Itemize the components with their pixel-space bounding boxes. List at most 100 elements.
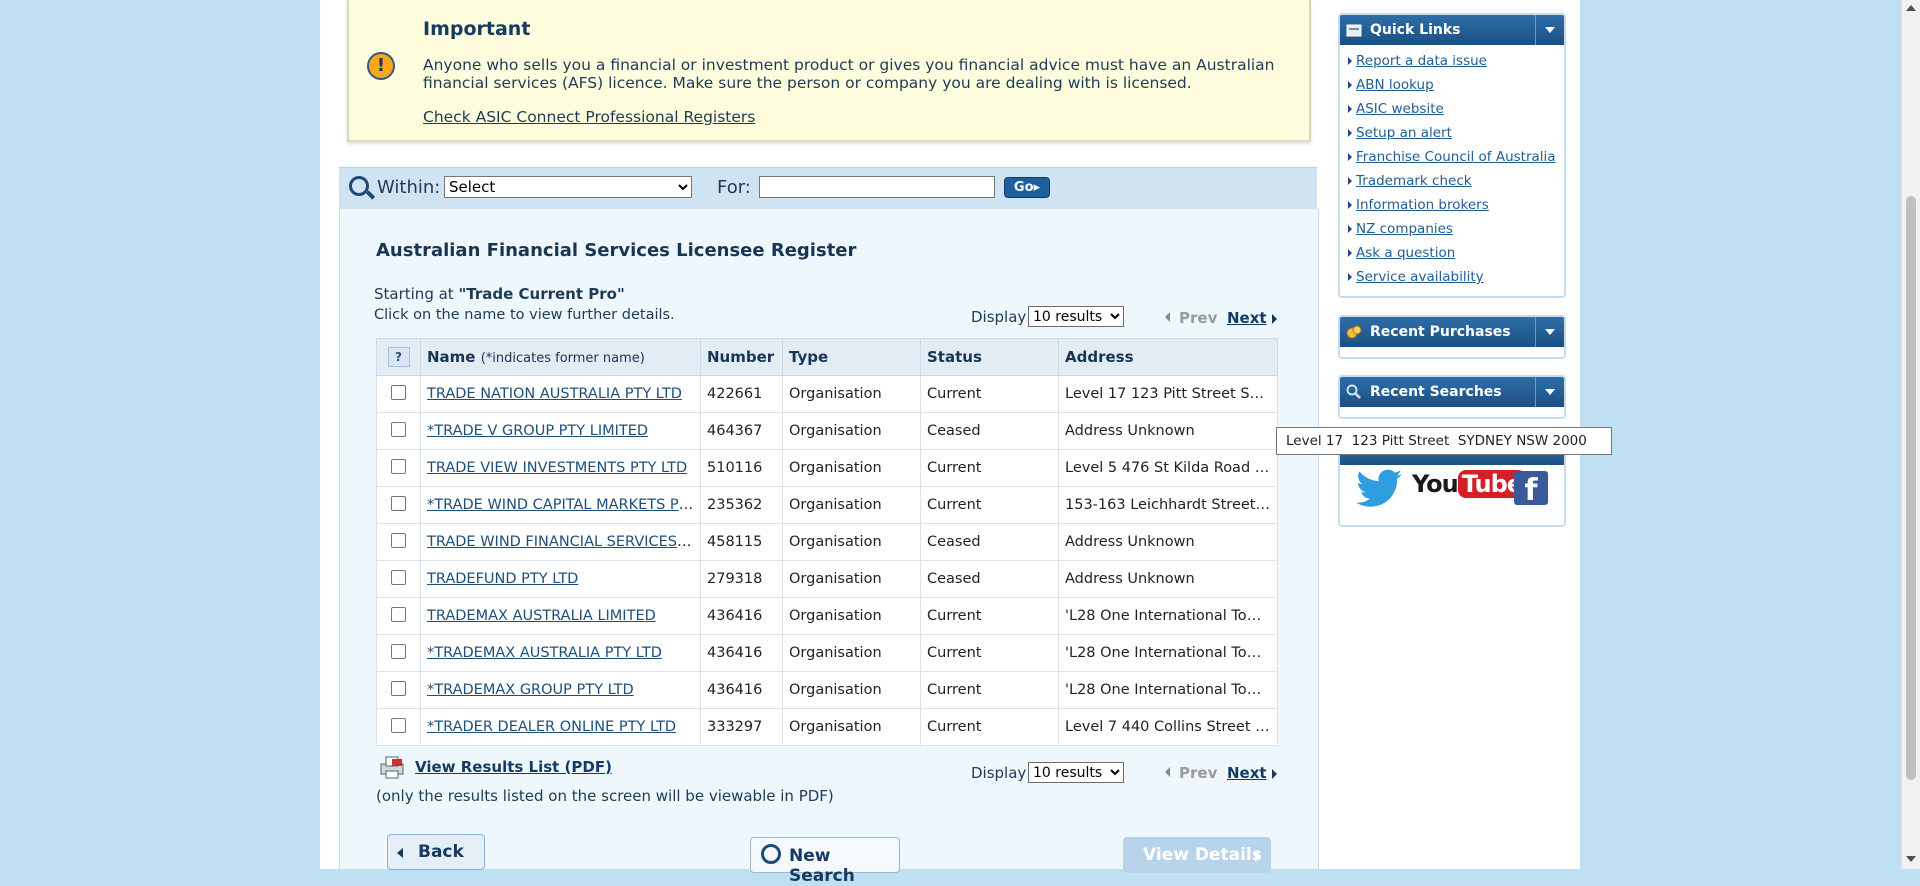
recent-searches-header[interactable]: Recent Searches: [1340, 377, 1564, 407]
quick-link-item: Trademark check: [1348, 171, 1564, 195]
quick-link[interactable]: Service availability: [1356, 269, 1484, 285]
number-cell: 510116: [700, 449, 783, 487]
quick-link-item: Service availability: [1348, 267, 1564, 291]
quick-link[interactable]: ASIC website: [1356, 101, 1444, 117]
row-select-cell: [376, 412, 421, 450]
quick-link[interactable]: Information brokers: [1356, 197, 1489, 213]
number-cell: 458115: [700, 523, 783, 561]
next-link[interactable]: Next: [1227, 309, 1267, 327]
address-header: Address: [1058, 338, 1278, 376]
quick-links-title: Quick Links: [1370, 22, 1461, 38]
status-cell: Ceased: [920, 523, 1059, 561]
recent-searches-widget: Recent Searches: [1338, 375, 1566, 419]
row-checkbox[interactable]: [391, 680, 406, 696]
number-cell: 436416: [700, 634, 783, 672]
table-row: TRADE NATION AUSTRALIA PTY LTD 422661 Orga…: [376, 375, 1278, 413]
within-label: Within:: [377, 177, 441, 198]
important-notice: ! Important Anyone who sells you a finan…: [347, 0, 1311, 142]
licensee-name-link[interactable]: *TRADEMAX AUSTRALIA PTY LTD: [427, 645, 662, 661]
page-scrollbar[interactable]: [1901, 0, 1920, 869]
prev-link: Prev: [1165, 309, 1217, 327]
type-cell: Organisation: [782, 412, 921, 450]
row-checkbox[interactable]: [391, 606, 406, 622]
social-widget: You Tube f: [1338, 445, 1566, 527]
coins-icon: [1346, 325, 1362, 339]
chevron-down-icon[interactable]: [1535, 15, 1564, 45]
quick-link[interactable]: Franchise Council of Australia: [1356, 149, 1556, 165]
status-cell: Ceased: [920, 560, 1059, 598]
next-link-bottom[interactable]: Next: [1227, 764, 1267, 782]
display-select-bottom[interactable]: 10 results: [1028, 762, 1124, 783]
table-row: TRADEMAX AUSTRALIA LIMITED 436416 Organisa…: [376, 597, 1278, 635]
quick-links-header[interactable]: Quick Links: [1340, 15, 1564, 45]
row-checkbox[interactable]: [391, 495, 406, 511]
recent-purchases-header[interactable]: Recent Purchases: [1340, 317, 1564, 347]
go-button[interactable]: Go▸: [1004, 177, 1050, 198]
display-label-bottom: Display: [971, 764, 1027, 782]
results-table: ? Name (*indicates former name) Number T…: [376, 338, 1278, 746]
number-cell: 436416: [700, 597, 783, 635]
quick-link[interactable]: Report a data issue: [1356, 53, 1487, 69]
licensee-name-link[interactable]: *TRADER DEALER ONLINE PTY LTD: [427, 719, 676, 735]
number-header: Number: [700, 338, 783, 376]
scroll-thumb[interactable]: [1906, 196, 1916, 780]
view-details-label: View Details: [1143, 845, 1262, 865]
quick-link[interactable]: Trademark check: [1356, 173, 1472, 189]
quick-link-item: Franchise Council of Australia: [1348, 147, 1564, 171]
licensee-name-link[interactable]: TRADEMAX AUSTRALIA LIMITED: [427, 608, 656, 624]
quick-links-list: Report a data issue ABN lookup ASIC webs…: [1340, 45, 1564, 293]
help-icon[interactable]: ?: [387, 347, 410, 367]
chevron-down-icon[interactable]: [1535, 377, 1564, 407]
licensee-name-link[interactable]: *TRADE V GROUP PTY LIMITED: [427, 423, 648, 439]
quick-link[interactable]: Setup an alert: [1356, 125, 1452, 141]
licensee-name-link[interactable]: TRADE NATION AUSTRALIA PTY LTD: [427, 386, 682, 402]
view-details-arrow-icon: [1255, 850, 1261, 862]
back-button[interactable]: Back: [387, 834, 485, 870]
row-checkbox[interactable]: [391, 384, 406, 400]
address-cell: Level 17 123 Pitt Street SYDNEY NSW 2000: [1058, 375, 1278, 413]
row-checkbox[interactable]: [391, 643, 406, 659]
scroll-down-icon[interactable]: [1906, 856, 1916, 862]
licensee-name-link[interactable]: *TRADE WIND CAPITAL MARKETS PTY LTD: [427, 497, 700, 513]
twitter-icon[interactable]: [1356, 469, 1404, 509]
row-select-cell: [376, 560, 421, 598]
quick-link[interactable]: Ask a question: [1356, 245, 1455, 261]
licensee-name-link[interactable]: TRADE WIND FINANCIAL SERVICES PTY LTD: [427, 534, 700, 550]
type-cell: Organisation: [782, 560, 921, 598]
recent-purchases-title: Recent Purchases: [1370, 324, 1511, 340]
recent-purchases-widget: Recent Purchases: [1338, 315, 1566, 359]
quick-link-item: ASIC website: [1348, 99, 1564, 123]
row-checkbox[interactable]: [391, 532, 406, 548]
quick-link[interactable]: NZ companies: [1356, 221, 1453, 237]
row-checkbox[interactable]: [391, 717, 406, 733]
display-select[interactable]: 10 results: [1028, 306, 1124, 327]
back-arrow-icon: [397, 848, 403, 858]
search-input[interactable]: [759, 176, 995, 198]
licensee-name-link[interactable]: TRADEFUND PTY LTD: [427, 571, 578, 587]
licensee-name-link[interactable]: *TRADEMAX GROUP PTY LTD: [427, 682, 634, 698]
chevron-down-icon[interactable]: [1535, 317, 1564, 347]
youtube-icon[interactable]: You Tube: [1412, 470, 1527, 498]
important-text: Anyone who sells you a financial or inve…: [423, 56, 1275, 92]
check-registers-link[interactable]: Check ASIC Connect Professional Register…: [423, 108, 755, 126]
row-checkbox[interactable]: [391, 421, 406, 437]
new-search-button[interactable]: New Search: [750, 837, 900, 886]
starting-at: Starting at "Trade Current Pro": [374, 285, 625, 303]
view-results-pdf-link[interactable]: View Results List (PDF): [415, 758, 612, 776]
name-cell: TRADE VIEW INVESTMENTS PTY LTD: [420, 449, 701, 487]
view-details-button[interactable]: View Details: [1123, 837, 1271, 873]
row-checkbox[interactable]: [391, 569, 406, 585]
type-cell: Organisation: [782, 597, 921, 635]
for-label: For:: [717, 177, 751, 198]
within-select[interactable]: Select: [444, 176, 692, 198]
quick-link-item: Report a data issue: [1348, 51, 1564, 75]
address-tooltip: Level 17 123 Pitt Street SYDNEY NSW 2000: [1276, 427, 1612, 455]
row-select-cell: [376, 449, 421, 487]
type-cell: Organisation: [782, 523, 921, 561]
scroll-up-icon[interactable]: [1906, 5, 1916, 11]
facebook-icon[interactable]: f: [1514, 471, 1548, 505]
table-row: TRADE WIND FINANCIAL SERVICES PTY LTD458…: [376, 523, 1278, 561]
licensee-name-link[interactable]: TRADE VIEW INVESTMENTS PTY LTD: [427, 460, 687, 476]
quick-link[interactable]: ABN lookup: [1356, 77, 1434, 93]
row-checkbox[interactable]: [391, 458, 406, 474]
